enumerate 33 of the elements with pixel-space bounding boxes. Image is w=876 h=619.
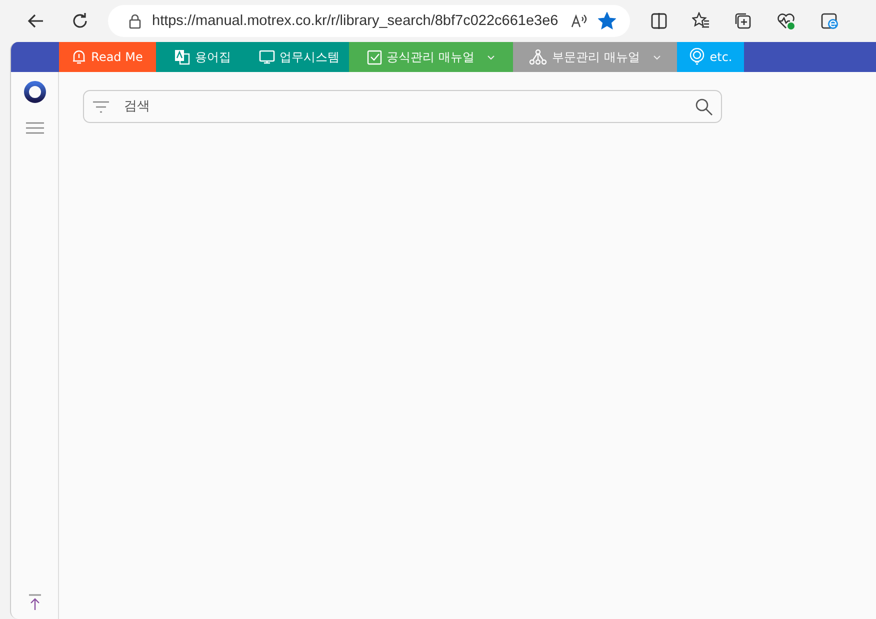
split-screen-icon[interactable]: [650, 12, 668, 30]
nav-tab[interactable]: etc.: [677, 42, 744, 72]
lock-icon: [128, 13, 142, 29]
hierarchy-icon: [529, 49, 548, 65]
edge-icon[interactable]: [820, 11, 840, 31]
nav-tab[interactable]: 용어집: [156, 42, 249, 72]
bulb-icon: [688, 48, 705, 66]
bell-icon: [72, 49, 86, 65]
monitor-icon: [258, 49, 274, 65]
search-field[interactable]: 검색: [83, 90, 722, 123]
star-icon[interactable]: [598, 12, 616, 30]
search-input[interactable]: 검색: [122, 98, 683, 115]
checkbox-icon: [366, 50, 382, 64]
collections-icon[interactable]: [734, 12, 752, 30]
nav-tab[interactable]: 부문관리 매뉴얼: [513, 42, 677, 72]
search-icon[interactable]: [695, 98, 713, 116]
menu-icon[interactable]: [26, 122, 44, 134]
address-bar[interactable]: https://manual.motrex.co.kr/r/library_search/8bf7c022c661e3e6: [108, 5, 630, 37]
nav-tab[interactable]: Read Me: [59, 42, 156, 72]
nav-tab[interactable]: 업무시스템: [249, 42, 349, 72]
favorites-icon[interactable]: [692, 12, 710, 30]
nav-bar: [11, 42, 59, 72]
translate-icon: [174, 49, 190, 65]
scroll-top-icon[interactable]: [26, 593, 42, 611]
filter-icon[interactable]: [92, 100, 110, 114]
url-text: https://manual.motrex.co.kr/r/library_search/8bf7c022c661e3e6: [152, 13, 560, 29]
health-icon[interactable]: [776, 12, 796, 30]
refresh-icon[interactable]: [70, 11, 90, 31]
caret-icon: [652, 54, 661, 60]
logo-icon: [22, 80, 46, 104]
read-aloud-icon[interactable]: [570, 13, 588, 29]
caret-icon: [487, 54, 496, 60]
nav-tab[interactable]: 공식관리 매뉴얼: [349, 42, 513, 72]
